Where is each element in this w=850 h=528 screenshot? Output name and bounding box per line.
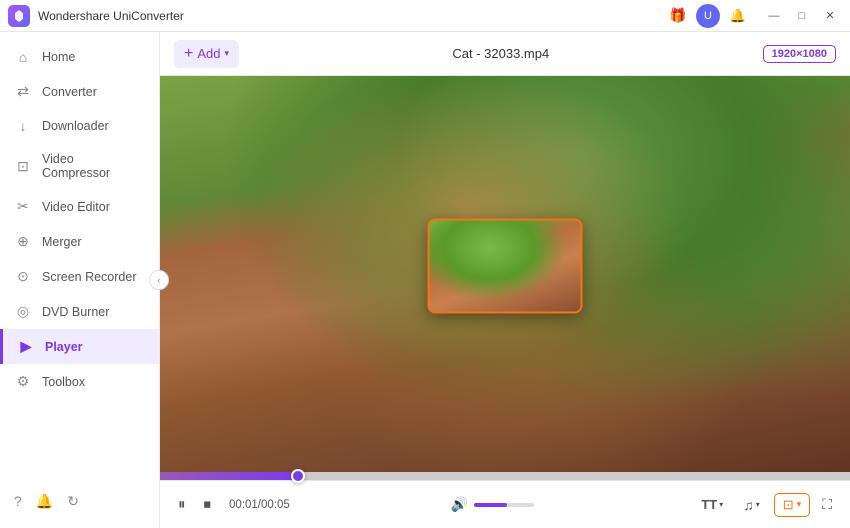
stop-icon: ⏹ [204, 496, 212, 513]
volume-section: 🔊 [451, 496, 534, 513]
time-display: 00:01/00:05 [229, 499, 290, 511]
dvd-burner-icon: ◎ [14, 303, 32, 320]
sidebar-label-converter: Converter [42, 85, 97, 99]
gift-icon[interactable]: 🎁 [666, 4, 690, 28]
right-controls: TT ▾ ♫ ▾ ⊡ ▾ ⛶ [695, 492, 836, 517]
sidebar-label-player: Player [45, 340, 83, 354]
sidebar-label-merger: Merger [42, 235, 82, 249]
sidebar-label-video-compressor: Video Compressor [42, 152, 145, 180]
titlebar: Wondershare UniConverter 🎁 U 🔔 — □ ✕ [0, 0, 850, 32]
volume-fill [474, 503, 507, 507]
player-header: + Add ▾ Cat - 32033.mp4 1920×1080 [160, 32, 850, 76]
sidebar-item-downloader[interactable]: ↓ Downloader [0, 109, 159, 143]
home-icon: ⌂ [14, 49, 32, 65]
audio-icon: ♫ [743, 497, 754, 513]
controls-bar: ⏸ ⏹ 00:01/00:05 🔊 TT ▾ [160, 480, 850, 528]
sidebar-item-home[interactable]: ⌂ Home [0, 40, 159, 74]
sidebar-item-dvd-burner[interactable]: ◎ DVD Burner [0, 294, 159, 329]
sidebar-label-screen-recorder: Screen Recorder [42, 270, 137, 284]
close-button[interactable]: ✕ [818, 4, 842, 28]
sidebar-item-merger[interactable]: ⊕ Merger [0, 224, 159, 259]
screen-recorder-icon: ⊙ [14, 268, 32, 285]
maximize-button[interactable]: □ [790, 4, 814, 28]
content-area: + Add ▾ Cat - 32033.mp4 1920×1080 [160, 32, 850, 528]
volume-icon[interactable]: 🔊 [451, 496, 468, 513]
audio-button[interactable]: ♫ ▾ [737, 494, 766, 516]
sidebar-item-converter[interactable]: ⇄ Converter [0, 74, 159, 109]
notification-icon[interactable]: 🔔 [36, 493, 53, 510]
video-player[interactable] [160, 76, 850, 472]
sidebar-item-video-compressor[interactable]: ⊡ Video Compressor [0, 143, 159, 189]
sidebar-label-video-editor: Video Editor [42, 200, 110, 214]
main-layout: ⌂ Home ⇄ Converter ↓ Downloader ⊡ Video … [0, 32, 850, 528]
window-controls: — □ ✕ [762, 4, 842, 28]
player-icon: ▶ [17, 338, 35, 355]
app-logo [8, 5, 30, 27]
add-media-chevron: ▾ [224, 48, 229, 59]
audio-chevron: ▾ [756, 500, 760, 509]
caption-button[interactable]: TT ▾ [695, 494, 729, 515]
sidebar-label-dvd-burner: DVD Burner [42, 305, 109, 319]
pip-icon: ⊡ [783, 497, 794, 513]
pip-thumbnail[interactable] [428, 219, 583, 314]
video-editor-icon: ✂ [14, 198, 32, 215]
resolution-badge: 1920×1080 [763, 45, 836, 63]
player-filename: Cat - 32033.mp4 [249, 46, 753, 61]
notification-bell-icon[interactable]: 🔔 [726, 4, 750, 28]
help-icon[interactable]: ? [14, 493, 22, 510]
sidebar-item-toolbox[interactable]: ⚙ Toolbox [0, 364, 159, 399]
video-compressor-icon: ⊡ [14, 158, 32, 175]
pause-button[interactable]: ⏸ [174, 492, 190, 517]
sidebar-label-toolbox: Toolbox [42, 375, 85, 389]
sidebar: ⌂ Home ⇄ Converter ↓ Downloader ⊡ Video … [0, 32, 160, 528]
user-avatar[interactable]: U [696, 4, 720, 28]
add-media-button[interactable]: + Add ▾ [174, 40, 239, 68]
progress-thumb[interactable] [291, 469, 305, 483]
volume-slider[interactable] [474, 503, 534, 507]
merger-icon: ⊕ [14, 233, 32, 250]
sidebar-bottom-icons: ? 🔔 ↻ [0, 483, 159, 520]
toolbox-icon: ⚙ [14, 373, 32, 390]
plus-icon: + [184, 45, 193, 63]
fullscreen-icon: ⛶ [822, 496, 832, 512]
caption-icon: TT [701, 497, 717, 512]
minimize-button[interactable]: — [762, 4, 786, 28]
caption-chevron: ▾ [719, 500, 723, 509]
sidebar-item-screen-recorder[interactable]: ⊙ Screen Recorder [0, 259, 159, 294]
fullscreen-button[interactable]: ⛶ [818, 492, 836, 517]
progress-fill [160, 472, 298, 480]
progress-bar[interactable] [160, 472, 850, 480]
sidebar-label-downloader: Downloader [42, 119, 109, 133]
pip-chevron: ▾ [797, 499, 802, 510]
sidebar-label-home: Home [42, 50, 75, 64]
pause-icon: ⏸ [178, 496, 186, 513]
add-media-label: Add [197, 46, 220, 61]
downloader-icon: ↓ [14, 118, 32, 134]
sidebar-item-video-editor[interactable]: ✂ Video Editor [0, 189, 159, 224]
stop-button[interactable]: ⏹ [200, 492, 216, 517]
titlebar-action-icons: 🎁 U 🔔 [666, 4, 750, 28]
refresh-icon[interactable]: ↻ [67, 493, 79, 510]
converter-icon: ⇄ [14, 83, 32, 100]
pip-button[interactable]: ⊡ ▾ [774, 493, 810, 517]
sidebar-item-player[interactable]: ▶ Player [0, 329, 159, 364]
sidebar-collapse-button[interactable]: ‹ [149, 270, 169, 290]
pip-inner-frame [430, 221, 581, 312]
app-title: Wondershare UniConverter [38, 9, 666, 23]
